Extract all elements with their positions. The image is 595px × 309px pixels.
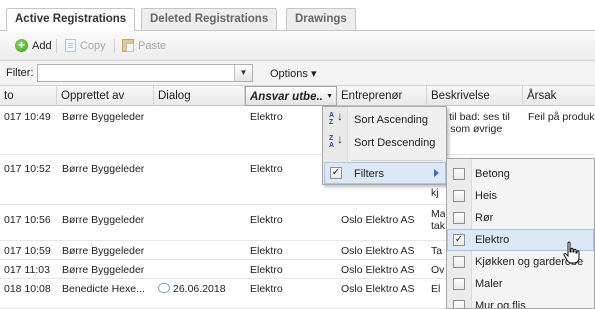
add-icon: + — [15, 39, 28, 52]
filters-label: Filters — [354, 168, 384, 180]
column-header-cause[interactable]: Årsak — [523, 86, 595, 106]
column-header-contractor[interactable]: Entreprenør — [337, 86, 427, 106]
copy-label: Copy — [80, 39, 106, 52]
filter-checkbox[interactable] — [453, 256, 465, 268]
chevron-down-icon[interactable]: ▼ — [326, 93, 333, 100]
cell-created-by: Benedicte Hexe... — [62, 283, 145, 295]
filter-option-label: Rør — [475, 212, 494, 224]
cell-responsible: Elektro — [250, 245, 283, 257]
filter-option-label: Heis — [475, 190, 498, 202]
filter-checkbox[interactable] — [453, 234, 465, 246]
tab-active-registrations[interactable]: Active Registrations — [6, 8, 136, 31]
cell-date: 017 11:03 — [4, 264, 50, 276]
toolbar-separator — [56, 39, 57, 53]
filter-option-label: Maler — [475, 278, 503, 290]
cell-description: kj — [431, 187, 439, 199]
cell-description: El — [431, 283, 441, 295]
filter-checkbox[interactable] — [453, 212, 465, 224]
cell-dialog[interactable]: 26.06.2018 — [158, 283, 226, 295]
cell-contractor: Oslo Elektro AS — [341, 283, 415, 295]
sort-ascending-icon: A Z ↓ — [329, 109, 343, 126]
cell-responsible: Elektro — [250, 111, 283, 123]
cell-created-by: Børre Byggeleder — [62, 111, 145, 123]
filter-option-ror[interactable]: Rør — [447, 207, 594, 229]
filter-option-maler[interactable]: Maler — [447, 273, 594, 295]
copy-icon — [65, 39, 76, 52]
filter-submenu: Betong Heis Rør Elektro Kjøkken og garde… — [446, 158, 595, 309]
filter-option-mur-og-flis[interactable]: Mur og flis — [447, 295, 594, 309]
cell-created-by: Børre Byggeleder — [62, 264, 145, 276]
tab-bar: Active Registrations Deleted Registratio… — [0, 0, 595, 31]
cell-created-by: Børre Byggeleder — [62, 214, 145, 226]
column-header-responsible-label: Ansvar utbe.. — [250, 91, 323, 103]
cell-description: Ov — [431, 264, 445, 276]
cell-cause: Feil på produkt — [528, 111, 595, 123]
cell-contractor: Oslo Elektro AS — [341, 214, 415, 226]
cell-responsible: Elektro — [250, 163, 283, 175]
cell-date: 017 10:56 — [4, 214, 51, 226]
filter-option-betong[interactable]: Betong — [447, 163, 594, 185]
filter-bar: Filter: ▼ Options ▾ — [0, 61, 595, 86]
column-header-description[interactable]: Beskrivelse — [427, 86, 523, 106]
filters-item[interactable]: Filters — [324, 162, 446, 184]
filter-checkbox[interactable] — [453, 190, 465, 202]
sort-descending-label: Sort Descending — [354, 137, 436, 149]
filters-checkbox[interactable] — [330, 167, 342, 179]
filter-checkbox[interactable] — [453, 300, 465, 308]
cell-date: 017 10:59 — [4, 245, 51, 257]
sort-ascending-item[interactable]: A Z ↓ Sort Ascending — [323, 109, 446, 131]
paste-label: Paste — [138, 39, 167, 52]
filter-option-label: Mur og flis — [475, 300, 526, 309]
filter-label: Filter: — [6, 67, 34, 79]
copy-button[interactable]: Copy — [65, 39, 106, 52]
cell-contractor: Oslo Elektro AS — [341, 245, 415, 257]
column-context-menu: AZ↓ Sort Ascending ZA↓ Sort Descending F… — [322, 106, 447, 185]
column-header-responsible[interactable]: Ansvar utbe.. ▼ — [245, 86, 337, 106]
sort-ascending-label: Sort Ascending — [354, 114, 428, 126]
filter-checkbox[interactable] — [453, 168, 465, 180]
grid-header: to Opprettet av Dialog Ansvar utbe.. ▼ E… — [0, 86, 595, 106]
toolbar-separator — [114, 39, 115, 53]
filter-option-heis[interactable]: Heis — [447, 185, 594, 207]
comment-icon — [158, 283, 170, 293]
cell-date: 018 10:08 — [4, 283, 51, 295]
paste-icon — [122, 39, 134, 52]
hand-cursor-icon — [563, 241, 580, 264]
chevron-down-icon[interactable]: ▼ — [234, 65, 252, 81]
cell-description: Ma tak — [431, 208, 445, 232]
paste-button[interactable]: Paste — [122, 39, 166, 52]
filter-checkbox[interactable] — [453, 278, 465, 290]
menu-separator — [351, 160, 443, 161]
cell-created-by: Børre Byggeleder — [62, 245, 145, 257]
cell-date: 017 10:52 — [4, 163, 51, 175]
cell-description: Ta — [431, 245, 443, 257]
sort-descending-item[interactable]: Z A ↓ Sort Descending — [323, 132, 446, 154]
cell-responsible: Elektro — [250, 264, 283, 276]
tab-drawings[interactable]: Drawings — [286, 8, 356, 30]
filter-combobox[interactable]: ▼ — [37, 64, 253, 82]
options-menu-button[interactable]: Options ▾ — [270, 67, 317, 80]
cell-responsible: Elektro — [250, 214, 283, 226]
column-header-created-by[interactable]: Opprettet av — [57, 86, 154, 106]
table-row[interactable]: 017 10:49 Børre Byggeleder Elektro tter … — [0, 107, 595, 155]
column-header-dialog[interactable]: Dialog — [154, 86, 245, 106]
tab-deleted-registrations[interactable]: Deleted Registrations — [141, 8, 278, 30]
filter-option-label: Elektro — [475, 234, 510, 246]
sort-descending-icon: Z A ↓ — [329, 132, 343, 149]
submenu-arrow-icon — [434, 169, 439, 177]
column-header-date[interactable]: to — [0, 86, 57, 106]
cell-responsible: Elektro — [250, 283, 283, 295]
cell-date: 017 10:49 — [4, 111, 51, 123]
add-label: Add — [32, 39, 52, 52]
cell-created-by: Børre Byggeleder — [62, 163, 145, 175]
cell-dialog-date: 26.06.2018 — [173, 283, 226, 295]
filter-option-label: Betong — [475, 168, 510, 180]
toolbar: + Add Copy Paste — [0, 31, 595, 61]
cell-contractor: Oslo Elektro AS — [341, 264, 415, 276]
add-button[interactable]: + Add — [15, 39, 52, 52]
